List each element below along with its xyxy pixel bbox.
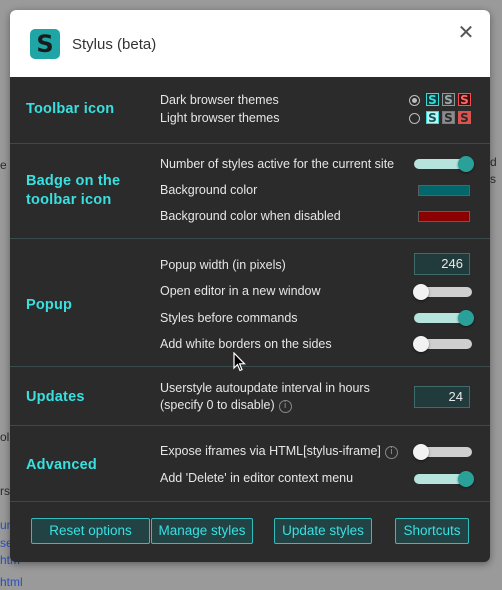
- reset-options-button[interactable]: Reset options: [31, 518, 150, 544]
- iframes-toggle[interactable]: [413, 444, 472, 460]
- light-theme-label: Light browser themes: [160, 111, 280, 125]
- background-text: d: [490, 155, 497, 169]
- manage-styles-button[interactable]: Manage styles: [151, 518, 253, 544]
- mouse-cursor-icon: [233, 352, 246, 372]
- badge-disabled-color-label: Background color when disabled: [160, 209, 341, 223]
- stylus-icon-error-light: S: [458, 111, 471, 124]
- stylus-icon-disabled-light: S: [442, 111, 455, 124]
- background-link: html: [0, 575, 23, 589]
- background-text: e: [0, 158, 7, 172]
- new-window-toggle[interactable]: [413, 284, 472, 300]
- update-interval-label: Userstyle autoupdate interval in hours (…: [160, 380, 370, 414]
- background-text: s: [490, 172, 496, 186]
- dark-theme-label: Dark browser themes: [160, 93, 279, 107]
- options-dialog: S Stylus (beta) ✕ Toolbar icon Dark brow…: [10, 10, 490, 562]
- stylus-icon-disabled: S: [442, 93, 455, 106]
- badge-disabled-color-swatch[interactable]: [418, 211, 470, 222]
- badge-bg-color-label: Background color: [160, 183, 258, 197]
- section-advanced: Advanced Expose iframes via HTML[stylus-…: [10, 426, 490, 502]
- stylus-icon-error: S: [458, 93, 471, 106]
- delete-menu-label: Add 'Delete' in editor context menu: [160, 471, 354, 485]
- update-interval-input[interactable]: 24: [414, 386, 470, 408]
- styles-before-label: Styles before commands: [160, 311, 298, 325]
- badge-count-label: Number of styles active for the current …: [160, 157, 395, 171]
- shortcuts-button[interactable]: Shortcuts: [395, 518, 469, 544]
- section-title: Updates: [26, 389, 85, 405]
- section-badge: Badge on the toolbar icon Number of styl…: [10, 144, 490, 239]
- stylus-icon-normal-light: S: [426, 111, 439, 124]
- info-icon[interactable]: i: [278, 400, 292, 413]
- badge-bg-color-swatch[interactable]: [418, 185, 470, 196]
- section-title: Badge on the toolbar icon: [26, 173, 121, 208]
- delete-menu-toggle[interactable]: [414, 471, 474, 487]
- update-interval-hint: (specify 0 to disable): [160, 398, 275, 412]
- white-borders-toggle[interactable]: [413, 336, 472, 352]
- background-text: rs: [0, 484, 10, 498]
- update-interval-text: Userstyle autoupdate interval in hours: [160, 381, 370, 395]
- light-theme-radio[interactable]: [409, 113, 420, 124]
- background-text: ol: [0, 430, 10, 444]
- dialog-header: S Stylus (beta) ✕: [10, 10, 490, 77]
- section-toolbar-icon: Toolbar icon Dark browser themes Light b…: [10, 77, 490, 144]
- section-title: Toolbar icon: [26, 101, 115, 117]
- section-popup: Popup Popup width (in pixels) 246 Open e…: [10, 239, 490, 367]
- section-updates: Updates Userstyle autoupdate interval in…: [10, 367, 490, 426]
- iframes-text: Expose iframes via HTML[stylus-iframe]: [160, 444, 381, 458]
- section-title: Advanced: [26, 457, 97, 473]
- popup-width-label: Popup width (in pixels): [160, 258, 286, 272]
- info-icon[interactable]: i: [384, 446, 398, 459]
- white-borders-label: Add white borders on the sides: [160, 337, 332, 351]
- section-title: Popup: [26, 297, 73, 313]
- new-window-label: Open editor in a new window: [160, 284, 321, 298]
- badge-count-toggle[interactable]: [414, 156, 474, 172]
- stylus-icon-normal: S: [426, 93, 439, 106]
- popup-width-input[interactable]: 246: [414, 253, 470, 275]
- stylus-logo: S: [30, 29, 60, 59]
- update-styles-button[interactable]: Update styles: [274, 518, 372, 544]
- dark-theme-radio[interactable]: [409, 95, 420, 106]
- iframes-label: Expose iframes via HTML[stylus-iframe] i: [160, 443, 398, 460]
- close-icon[interactable]: ✕: [456, 23, 476, 43]
- dialog-title: Stylus (beta): [72, 36, 157, 53]
- styles-before-toggle[interactable]: [414, 310, 474, 326]
